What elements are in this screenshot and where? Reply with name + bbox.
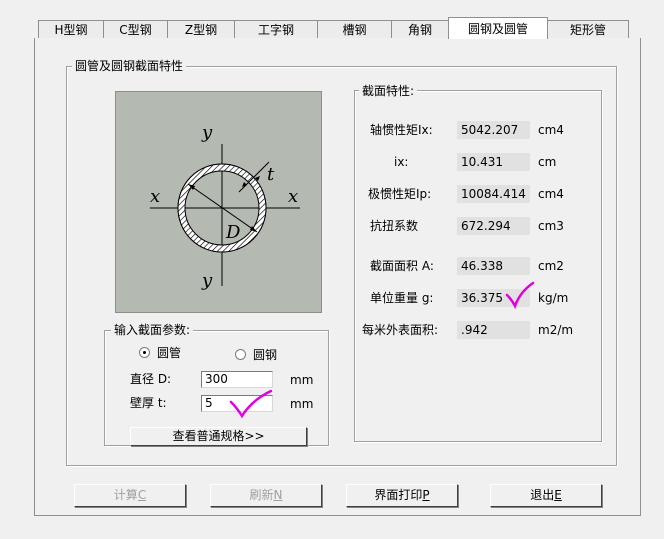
tab-rect-tube[interactable]: 矩形管 (547, 20, 629, 38)
thickness-label: 壁厚 t: (130, 396, 167, 410)
label-y-top: y (201, 122, 213, 143)
section-properties-group-title: 圆管及圆钢截面特性 (72, 59, 187, 73)
prop-unit-ip: cm4 (538, 187, 564, 201)
refresh-button[interactable]: 刷新N (210, 484, 322, 507)
tab-label: H型钢 (54, 23, 88, 37)
radio-bar-label: 圆钢 (253, 348, 278, 362)
prop-label-ip: 极惯性矩Ip: (368, 187, 432, 201)
exit-button-label: 退出 (530, 488, 555, 502)
cross-section-diagram: y y x x t D (115, 91, 322, 313)
properties-group-title: 截面特性: (359, 84, 418, 98)
diameter-unit: mm (290, 373, 314, 387)
prop-unit-radius: cm (538, 155, 557, 169)
prop-value-ip: 10084.414 (457, 185, 530, 203)
tab-c-steel[interactable]: C型钢 (103, 20, 168, 38)
label-diameter-D: D (225, 222, 241, 243)
label-x-left: x (150, 186, 160, 207)
diameter-input[interactable]: 300 (201, 371, 273, 388)
thickness-unit: mm (290, 397, 314, 411)
radio-pipe-label: 圆管 (157, 346, 182, 360)
refresh-button-label: 刷新 (249, 488, 274, 502)
print-button-hotkey: P (422, 488, 430, 502)
tab-label: 矩形管 (569, 23, 606, 37)
view-spec-button[interactable]: 查看普通规格>> (130, 427, 307, 446)
prop-unit-ix: cm4 (538, 123, 564, 137)
radio-bar[interactable] (235, 349, 246, 360)
tab-z-steel[interactable]: Z型钢 (167, 20, 235, 38)
label-y-bottom: y (201, 270, 213, 291)
prop-unit-weight: kg/m (538, 291, 569, 305)
checkmark-annotation-icon (229, 389, 273, 419)
tab-label: 圆钢及圆管 (467, 22, 528, 36)
tab-label: 槽钢 (342, 23, 367, 37)
prop-unit-torsion: cm3 (538, 219, 564, 233)
radio-pipe[interactable] (139, 347, 150, 358)
exit-button[interactable]: 退出E (490, 484, 602, 507)
tab-i-beam[interactable]: 工字钢 (234, 20, 318, 38)
prop-label-ix: 轴惯性矩Ix: (370, 123, 433, 137)
print-button-label: 界面打印 (374, 488, 423, 502)
exit-button-hotkey: E (554, 488, 562, 502)
label-x-right: x (288, 186, 298, 207)
prop-value-torsion: 672.294 (457, 217, 530, 235)
refresh-button-hotkey: N (273, 488, 283, 502)
tab-label: 工字钢 (257, 23, 294, 37)
tab-label: C型钢 (119, 23, 152, 37)
tab-h-steel[interactable]: H型钢 (38, 20, 104, 38)
checkmark-annotation-icon (505, 281, 535, 310)
print-button[interactable]: 界面打印P (346, 484, 458, 507)
prop-value-ix: 5042.207 (457, 121, 530, 139)
calc-button[interactable]: 计算C (74, 484, 186, 507)
tab-label: Z型钢 (184, 23, 218, 37)
prop-value-radius: 10.431 (457, 153, 530, 171)
pipe-diagram-svg: y y x x t D (150, 122, 300, 291)
tab-channel[interactable]: 槽钢 (317, 20, 392, 38)
label-thickness-t: t (267, 164, 275, 185)
prop-label-radius: ix: (394, 155, 409, 169)
prop-unit-surface: m2/m (538, 323, 574, 337)
prop-label-area: 截面面积 A: (370, 259, 434, 273)
prop-label-weight: 单位重量 g: (370, 291, 434, 305)
prop-unit-area: cm2 (538, 259, 564, 273)
prop-label-torsion: 抗扭系数 (370, 219, 419, 233)
calc-button-hotkey: C (137, 488, 147, 502)
diameter-label: 直径 D: (130, 372, 172, 386)
calc-button-label: 计算 (113, 488, 138, 502)
input-params-group-title: 输入截面参数: (111, 323, 194, 337)
tab-angle[interactable]: 角钢 (391, 20, 449, 38)
prop-value-surface: .942 (457, 321, 530, 339)
app-window: H型钢 C型钢 Z型钢 工字钢 槽钢 角钢 圆钢及圆管 矩形管 圆管及圆钢截面特… (0, 0, 664, 539)
prop-label-surface: 每米外表面积: (362, 323, 439, 337)
tab-label: 角钢 (407, 23, 432, 37)
prop-value-area: 46.338 (457, 257, 530, 275)
tab-round-pipe[interactable]: 圆钢及圆管 (448, 17, 548, 39)
